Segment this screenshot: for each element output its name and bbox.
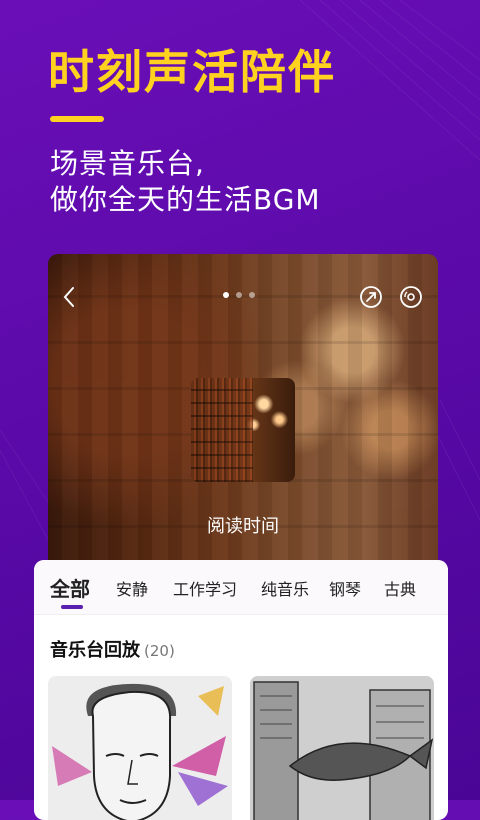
headline-underline [50, 116, 104, 122]
tab-piano[interactable]: 钢琴 [329, 576, 361, 600]
tab-pure-music[interactable]: 纯音乐 [261, 576, 309, 600]
section-title-text: 音乐台回放 [50, 640, 140, 661]
back-arrow-icon[interactable] [58, 282, 82, 312]
face-illustration [48, 676, 232, 820]
promo-subtitle-line-2: 做你全天的生活BGM [50, 183, 321, 216]
promo-subtitle-line-1: 场景音乐台, [50, 147, 205, 180]
section-title: 音乐台回放 (20) [50, 636, 175, 662]
promo-headline: 时刻声活陪伴 [48, 45, 336, 99]
replay-card-illustration-city[interactable] [250, 676, 434, 820]
tab-all[interactable]: 全部 [50, 573, 90, 602]
section-count: (20) [144, 642, 175, 660]
category-tabs: 全部 安静 工作学习 纯音乐 钢琴 古典 [34, 560, 448, 615]
disc-icon[interactable] [398, 284, 424, 310]
carousel-dot[interactable] [236, 292, 242, 298]
city-whale-illustration [250, 676, 434, 820]
promo-subtitle: 场景音乐台, 做你全天的生活BGM [50, 146, 321, 218]
station-title: 阅读时间 [207, 516, 279, 537]
carousel-dot[interactable] [249, 292, 255, 298]
tab-classical[interactable]: 古典 [384, 576, 416, 600]
carousel-dots [223, 292, 255, 298]
station-player-card[interactable]: 阅读时间 [48, 254, 438, 574]
replay-card-illustration-face[interactable] [48, 676, 232, 820]
tab-work-study[interactable]: 工作学习 [173, 576, 237, 600]
share-icon[interactable] [358, 284, 384, 310]
station-cover-image[interactable] [191, 378, 295, 482]
carousel-dot-active[interactable] [223, 292, 229, 298]
station-list-panel: 全部 安静 工作学习 纯音乐 钢琴 古典 音乐台回放 (20) [34, 560, 448, 820]
active-tab-indicator [61, 605, 83, 609]
tab-quiet[interactable]: 安静 [116, 576, 148, 600]
